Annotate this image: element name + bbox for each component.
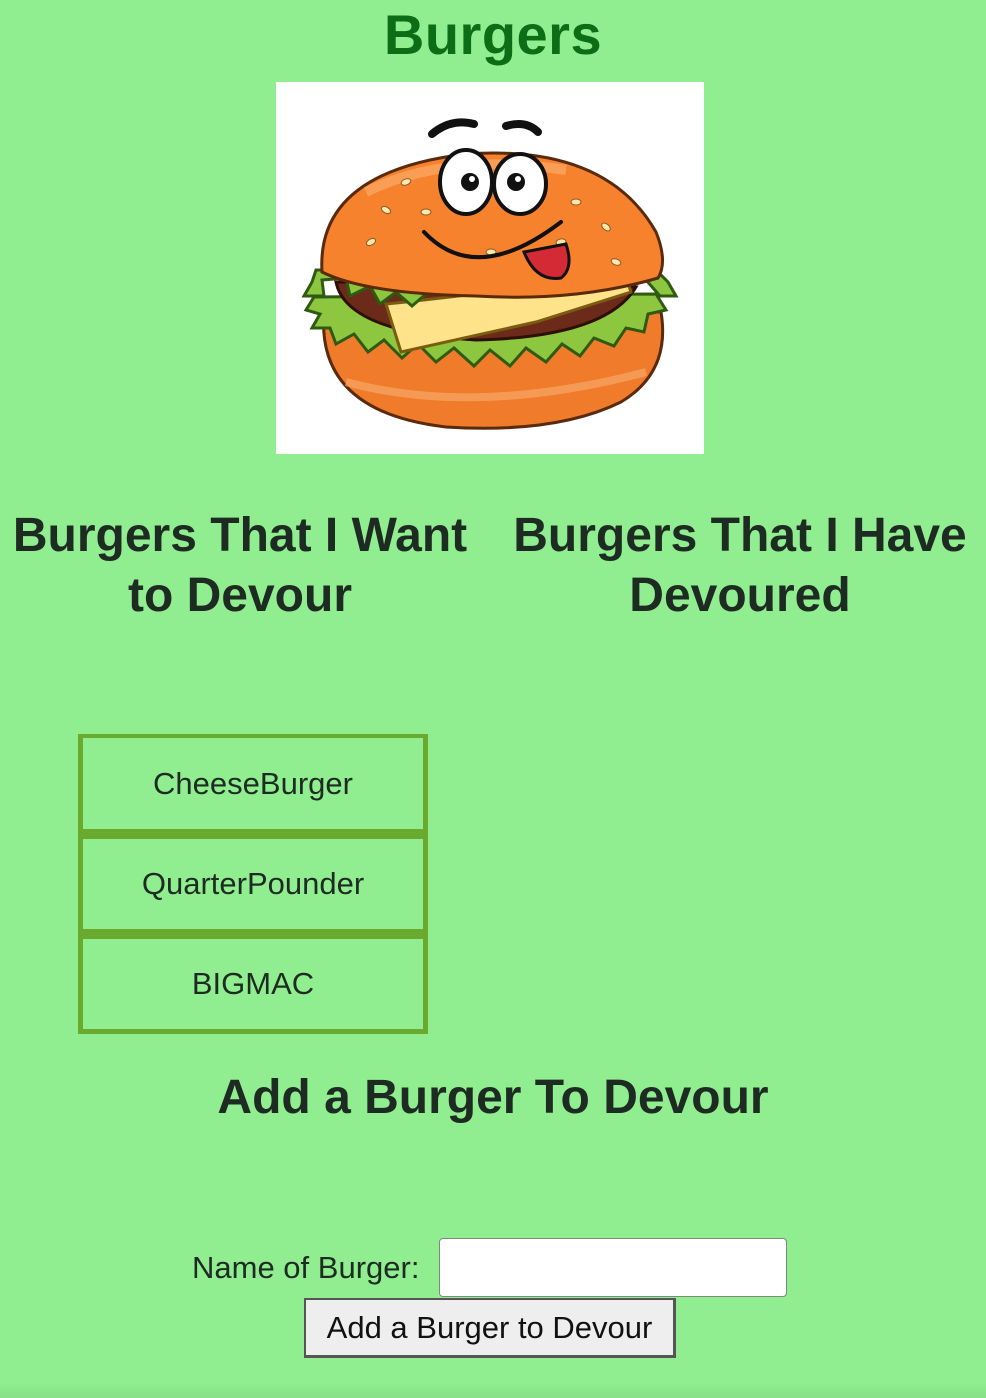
to-devour-heading: Burgers That I Want to Devour xyxy=(12,509,468,622)
burger-name-input[interactable] xyxy=(439,1238,787,1297)
burger-item[interactable]: BIGMAC xyxy=(78,934,428,1034)
burger-item[interactable]: CheeseBurger xyxy=(78,734,428,834)
burger-item[interactable]: QuarterPounder xyxy=(78,834,428,934)
add-burger-form: Name of Burger: xyxy=(0,1238,986,1298)
to-devour-list: CheeseBurger QuarterPounder BIGMAC xyxy=(78,734,428,1034)
add-burger-heading: Add a Burger To Devour xyxy=(217,1071,769,1124)
add-burger-button[interactable]: Add a Burger to Devour xyxy=(304,1298,676,1358)
burger-name-label: Name of Burger: xyxy=(192,1250,420,1285)
devoured-heading: Burgers That I Have Devoured xyxy=(513,509,967,622)
page-bottom-edge xyxy=(0,1382,986,1398)
burger-image xyxy=(276,82,704,454)
page-title: Burgers xyxy=(383,3,603,66)
cartoon-burger-icon xyxy=(301,118,679,430)
